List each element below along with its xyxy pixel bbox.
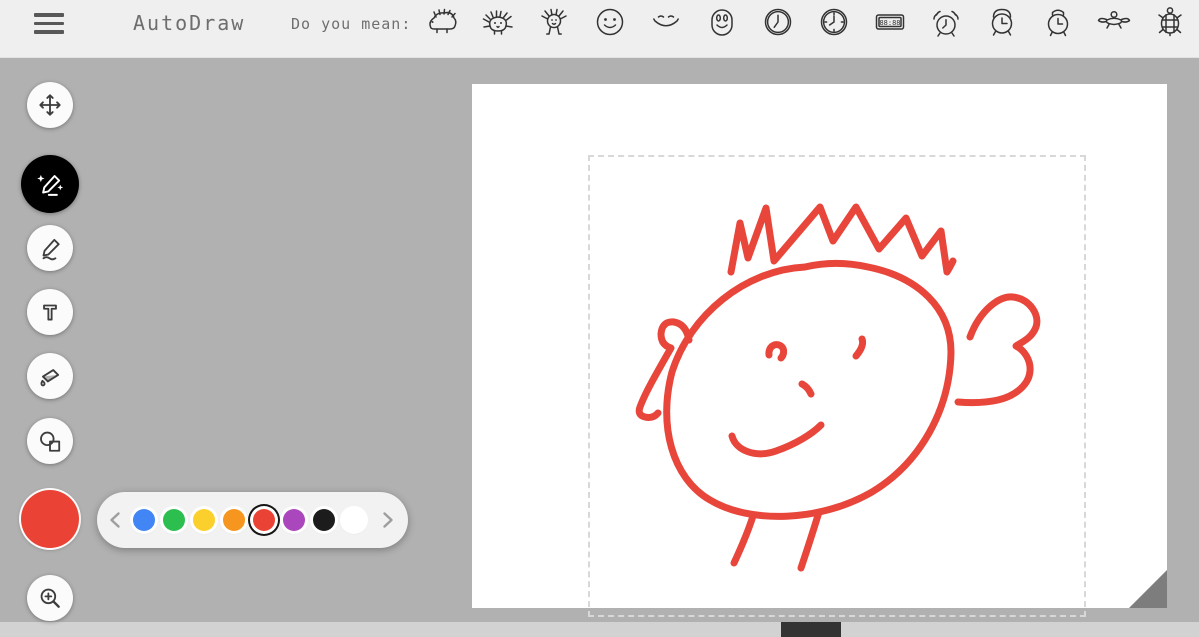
smiley-face-icon	[592, 4, 628, 40]
suggestion-alarm-clock-handle[interactable]	[1040, 4, 1076, 40]
suggestion-porcupine[interactable]	[536, 4, 572, 40]
porcupine-face-icon	[480, 4, 516, 40]
type-tool-button[interactable]	[27, 289, 73, 335]
alarm-clock-handle-icon	[1040, 4, 1076, 40]
fill-tool-button[interactable]	[27, 353, 73, 399]
suggestion-smiley-oval[interactable]	[704, 4, 740, 40]
horizontal-scrollbar[interactable]	[0, 622, 1199, 637]
sea-turtle-icon	[1096, 4, 1132, 40]
suggestion-alarm-clock-dome[interactable]	[984, 4, 1020, 40]
suggestion-smiley-face[interactable]	[592, 4, 628, 40]
hedgehog-icon	[424, 4, 460, 40]
suggestion-row: 88:88	[424, 4, 1188, 40]
palette-color-orange[interactable]	[223, 509, 245, 531]
palette-prev-button[interactable]	[107, 511, 123, 529]
palette-next-button[interactable]	[380, 511, 396, 529]
palette-color-white[interactable]	[343, 509, 365, 531]
chevron-left-icon	[107, 511, 123, 529]
suggestion-label: Do you mean:	[291, 15, 411, 33]
paint-bucket-icon	[37, 363, 63, 389]
color-palette	[97, 492, 408, 548]
alarm-clock-ringing-icon	[928, 4, 964, 40]
suggestion-digital-clock[interactable]: 88:88	[872, 4, 908, 40]
draw-tool-button[interactable]	[27, 225, 73, 271]
suggestion-wall-clock[interactable]	[816, 4, 852, 40]
pencil-icon	[37, 235, 63, 261]
topbar: AutoDraw Do you mean:	[0, 0, 1199, 58]
turtle-icon	[1152, 4, 1188, 40]
svg-text:88:88: 88:88	[879, 19, 900, 27]
shape-tool-button[interactable]	[27, 418, 73, 464]
suggestion-turtle[interactable]	[1152, 4, 1188, 40]
smile-icon	[648, 4, 684, 40]
suggestion-hedgehog[interactable]	[424, 4, 460, 40]
chevron-right-icon	[380, 511, 396, 529]
palette-dots	[133, 509, 365, 531]
alarm-clock-dome-icon	[984, 4, 1020, 40]
select-tool-button[interactable]	[27, 82, 73, 128]
suggestion-sea-turtle[interactable]	[1096, 4, 1132, 40]
clock-icon	[760, 4, 796, 40]
smiley-oval-icon	[704, 4, 740, 40]
text-icon	[37, 299, 63, 325]
suggestion-smile[interactable]	[648, 4, 684, 40]
app-title: AutoDraw	[133, 11, 245, 35]
porcupine-icon	[536, 4, 572, 40]
wall-clock-icon	[816, 4, 852, 40]
palette-color-red[interactable]	[253, 509, 275, 531]
suggestion-alarm-clock-ringing[interactable]	[928, 4, 964, 40]
zoom-tool-button[interactable]	[27, 575, 73, 621]
palette-color-black[interactable]	[313, 509, 335, 531]
shapes-icon	[37, 428, 63, 454]
selection-box[interactable]	[588, 155, 1086, 617]
palette-color-blue[interactable]	[133, 509, 155, 531]
move-icon	[37, 92, 63, 118]
palette-color-green[interactable]	[163, 509, 185, 531]
suggestion-porcupine-face[interactable]	[480, 4, 516, 40]
canvas-resize-handle[interactable]	[1129, 570, 1167, 608]
color-swatch-button[interactable]	[21, 490, 79, 548]
scrollbar-thumb[interactable]	[781, 622, 841, 637]
suggestion-clock[interactable]	[760, 4, 796, 40]
menu-icon[interactable]	[34, 13, 64, 36]
palette-color-yellow[interactable]	[193, 509, 215, 531]
palette-color-purple[interactable]	[283, 509, 305, 531]
magic-pencil-icon	[34, 168, 66, 200]
autodraw-tool-button[interactable]	[21, 155, 79, 213]
magnifier-icon	[37, 585, 63, 611]
digital-clock-icon: 88:88	[872, 4, 908, 40]
